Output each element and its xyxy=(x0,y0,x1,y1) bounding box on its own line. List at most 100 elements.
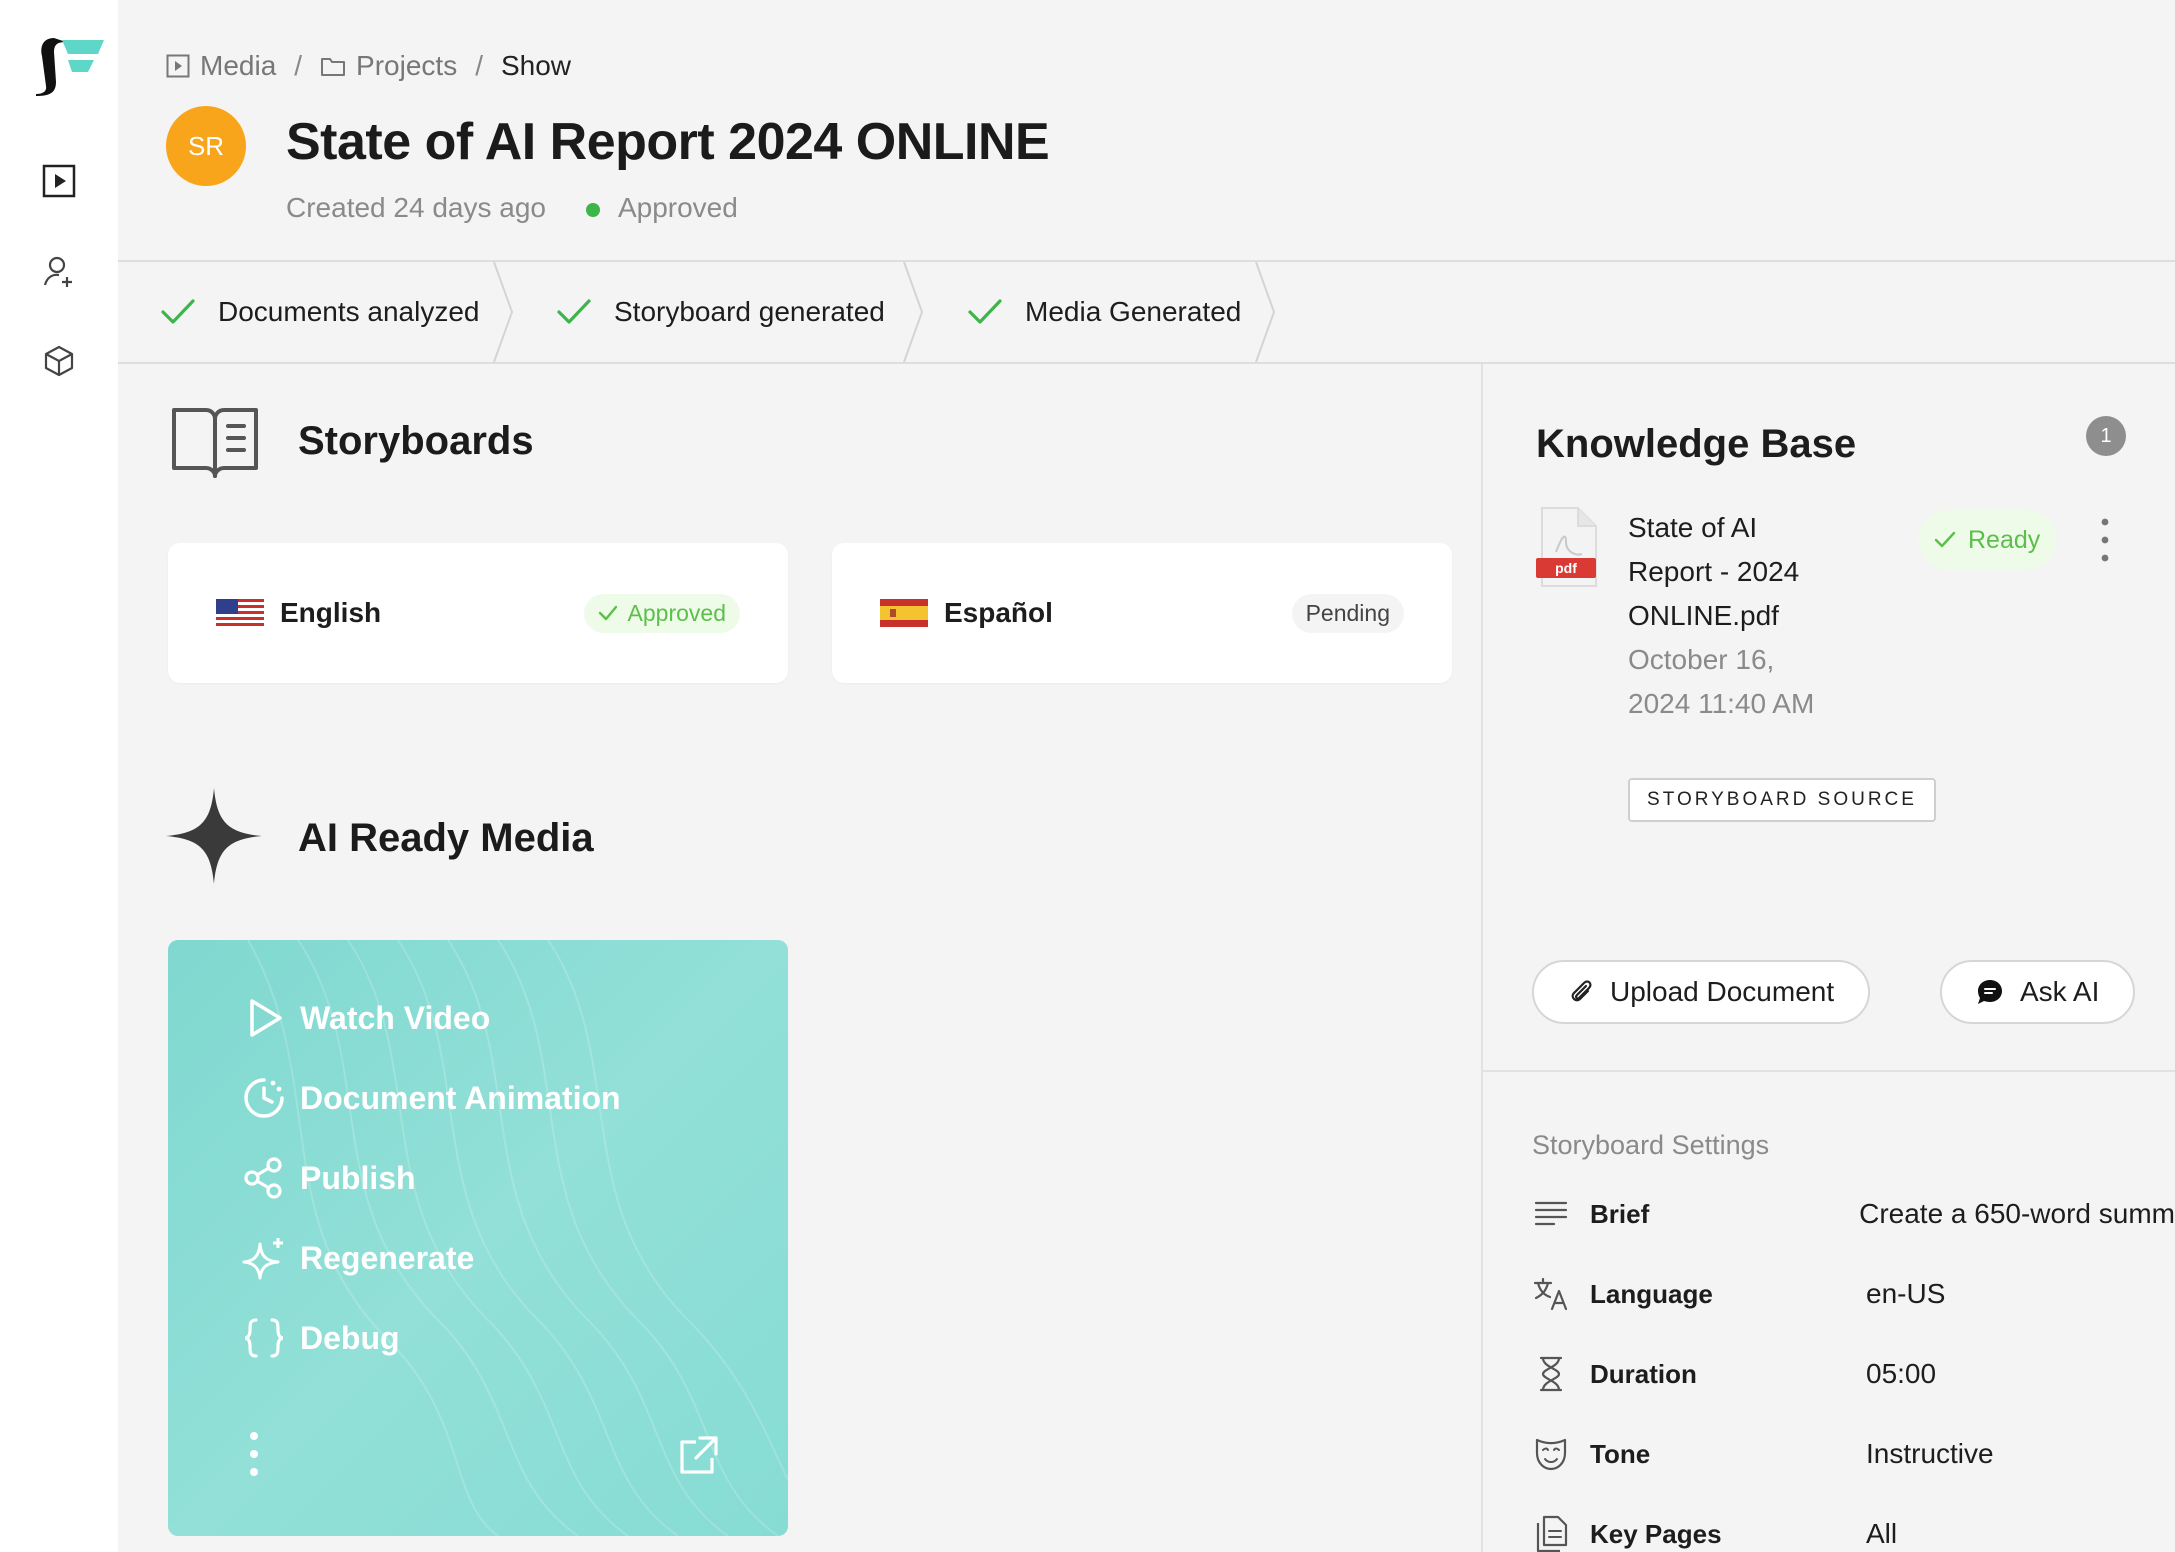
document-menu-icon[interactable] xyxy=(2093,516,2117,566)
setting-tone: Tone Instructive xyxy=(1532,1432,2175,1476)
progress-steps: Documents analyzed Storyboard generated … xyxy=(118,260,2175,364)
document-animation-button[interactable]: Document Animation xyxy=(242,1076,621,1120)
created-text: Created 24 days ago xyxy=(286,192,546,223)
publish-button[interactable]: Publish xyxy=(242,1156,416,1200)
storyboard-card-english[interactable]: English Approved xyxy=(168,543,788,683)
more-options-icon[interactable] xyxy=(244,1430,264,1480)
text-lines-icon xyxy=(1534,1201,1568,1226)
setting-value: 05:00 xyxy=(1866,1358,1937,1389)
setting-label: Brief xyxy=(1590,1198,1650,1229)
mask-icon xyxy=(1535,1438,1567,1471)
status-indicator: Approved xyxy=(585,192,738,224)
step-documents-analyzed: Documents analyzed xyxy=(160,262,479,362)
action-label: Regenerate xyxy=(300,1239,475,1276)
hourglass-icon xyxy=(1539,1356,1563,1392)
play-icon xyxy=(250,999,282,1037)
ai-ready-media-heading: AI Ready Media xyxy=(298,816,594,860)
braces-icon xyxy=(244,1318,284,1358)
step-label: Storyboard generated xyxy=(614,296,885,327)
page-title: State of AI Report 2024 ONLINE xyxy=(286,113,1050,171)
setting-duration: Duration 05:00 xyxy=(1532,1352,2175,1396)
status-badge: Pending xyxy=(1291,593,1404,633)
avatar: SR xyxy=(166,106,246,186)
cube-icon xyxy=(44,345,74,377)
breadcrumb-media[interactable]: Media xyxy=(166,50,276,82)
setting-key-pages: Key Pages All xyxy=(1532,1512,2175,1552)
check-icon xyxy=(968,299,1002,324)
action-label: Watch Video xyxy=(300,999,491,1036)
folder-icon xyxy=(321,58,346,76)
breadcrumb-label: Projects xyxy=(356,50,458,81)
file-type-label: pdf xyxy=(1555,560,1577,576)
user-search-icon xyxy=(43,256,72,287)
check-icon xyxy=(1934,531,1956,548)
action-label: Document Animation xyxy=(300,1079,621,1116)
setting-label: Key Pages xyxy=(1590,1518,1722,1549)
document-name[interactable]: State of AI Report - 2024 ONLINE.pdf xyxy=(1628,506,1828,638)
media-card: Watch Video Document Animation Publish R… xyxy=(168,940,788,1536)
action-label: Debug xyxy=(300,1319,400,1356)
step-media-generated: Media Generated xyxy=(967,262,1241,362)
chat-bubble-icon xyxy=(1978,980,2002,1004)
debug-button[interactable]: Debug xyxy=(242,1316,400,1360)
sparkle-icon xyxy=(242,1238,283,1280)
storyboard-card-espanol[interactable]: Español Pending xyxy=(832,543,1452,683)
status-label: Pending xyxy=(1305,599,1390,626)
sidebar xyxy=(0,0,118,1552)
setting-label: Duration xyxy=(1590,1358,1697,1389)
step-label: Documents analyzed xyxy=(218,296,480,327)
document-date: October 16, 2024 11:40 AM xyxy=(1628,644,1815,719)
upload-document-button[interactable]: Upload Document xyxy=(1532,960,1871,1024)
storyboard-source-tag: STORYBOARD SOURCE xyxy=(1628,778,1936,822)
setting-label: Tone xyxy=(1590,1438,1651,1469)
setting-value: All xyxy=(1866,1518,1898,1549)
timer-icon xyxy=(244,1078,284,1118)
check-icon xyxy=(557,299,591,324)
watch-video-button[interactable]: Watch Video xyxy=(242,996,490,1040)
book-icon xyxy=(172,408,258,478)
play-square-icon xyxy=(42,164,76,198)
setting-value: Create a 650-word summ xyxy=(1859,1198,2175,1229)
play-square-icon xyxy=(166,54,190,78)
share-icon xyxy=(244,1157,282,1199)
document-status-badge: Ready xyxy=(1918,510,2057,570)
setting-language: Language en-US xyxy=(1532,1272,2175,1316)
setting-value: en-US xyxy=(1866,1278,1946,1309)
breadcrumb-separator: / xyxy=(475,50,483,81)
nav-packages[interactable] xyxy=(38,340,80,382)
setting-value: Instructive xyxy=(1866,1438,1994,1469)
step-divider xyxy=(493,262,514,362)
button-label: Ask AI xyxy=(2020,976,2100,1007)
pages-icon xyxy=(1536,1515,1568,1552)
action-label: Publish xyxy=(300,1159,416,1196)
nav-media[interactable] xyxy=(38,160,80,202)
breadcrumb: Media / Projects / Show xyxy=(166,48,571,84)
us-flag-icon xyxy=(216,599,264,627)
step-label: Media Generated xyxy=(1025,296,1242,327)
breadcrumb-projects[interactable]: Projects xyxy=(320,50,457,82)
check-icon xyxy=(598,605,617,621)
app-logo[interactable] xyxy=(32,34,104,98)
step-divider xyxy=(1255,262,1276,362)
button-label: Upload Document xyxy=(1610,976,1835,1007)
breadcrumb-separator: / xyxy=(294,50,303,81)
knowledge-base-panel: Knowledge Base 1 pdf State of AI Report … xyxy=(1483,364,2175,1072)
breadcrumb-show: Show xyxy=(500,50,572,81)
status-dot xyxy=(585,202,600,217)
document-count-badge: 1 xyxy=(2086,416,2126,456)
paperclip-icon xyxy=(1571,980,1592,1002)
sparkle-icon xyxy=(166,788,262,884)
status-text: Approved xyxy=(617,192,738,223)
nav-users[interactable] xyxy=(38,250,80,292)
status-label: Approved xyxy=(627,599,726,626)
storyboards-heading: Storyboards xyxy=(298,419,534,463)
external-link-icon[interactable] xyxy=(676,1434,720,1478)
setting-label: Language xyxy=(1590,1278,1713,1309)
status-badge: Approved xyxy=(583,593,740,633)
regenerate-button[interactable]: Regenerate xyxy=(242,1236,474,1280)
step-storyboard-generated: Storyboard generated xyxy=(556,262,885,362)
step-divider xyxy=(903,262,924,362)
translate-icon xyxy=(1533,1277,1568,1311)
check-icon xyxy=(161,299,195,324)
ask-ai-button[interactable]: Ask AI xyxy=(1940,960,2136,1024)
